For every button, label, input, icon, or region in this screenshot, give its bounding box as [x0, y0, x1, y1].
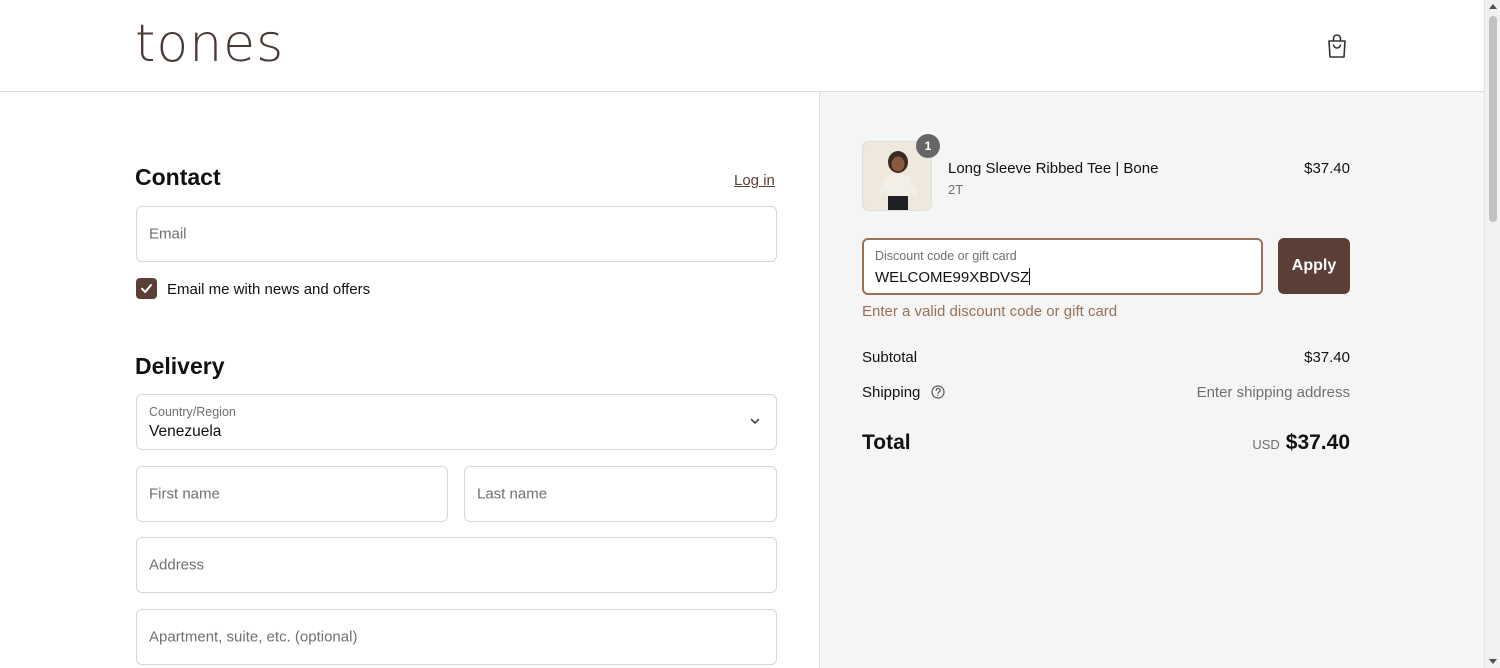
newsletter-checkbox[interactable] [136, 278, 157, 299]
shipping-row: Shipping [862, 384, 945, 401]
currency-code: USD [1252, 437, 1280, 452]
country-label: Country/Region [149, 405, 236, 419]
product-price: $37.40 [1304, 160, 1350, 177]
country-select[interactable]: Country/Region Venezuela [136, 394, 777, 450]
scrollbar-thumb[interactable] [1489, 16, 1497, 222]
question-circle-icon[interactable] [930, 385, 945, 399]
store-logo[interactable]: tones [135, 14, 284, 74]
shopping-bag-icon[interactable] [1325, 33, 1349, 59]
email-field[interactable]: Email [136, 206, 777, 262]
page-scrollbar[interactable] [1484, 0, 1500, 668]
discount-code-input[interactable]: Discount code or gift card WELCOME99XBDV… [862, 238, 1263, 295]
product-name: Long Sleeve Ribbed Tee | Bone [948, 160, 1159, 177]
order-summary: 1 Long Sleeve Ribbed Tee | Bone 2T $37.4… [819, 92, 1484, 668]
last-name-placeholder: Last name [477, 485, 548, 503]
last-name-field[interactable]: Last name [464, 466, 777, 522]
total-value: $37.40 [1285, 431, 1350, 454]
subtotal-value: $37.40 [1304, 349, 1350, 366]
address-placeholder: Address [149, 556, 205, 574]
checkout-form: Contact Log in Email Email me with news … [0, 92, 819, 668]
shipping-label: Shipping [862, 384, 921, 401]
subtotal-label: Subtotal [862, 349, 918, 366]
text-cursor [1029, 268, 1031, 285]
delivery-heading: Delivery [135, 353, 225, 379]
product-variant: 2T [948, 182, 964, 197]
total-label: Total [862, 431, 911, 454]
country-value: Venezuela [149, 423, 222, 440]
newsletter-label: Email me with news and offers [167, 281, 371, 298]
shipping-value: Enter shipping address [1196, 384, 1350, 401]
discount-value: WELCOME99XBDVSZ [875, 268, 1031, 286]
quantity-badge: 1 [916, 134, 940, 158]
checkmark-icon [141, 284, 152, 293]
site-header: tones [0, 0, 1484, 92]
first-name-placeholder: First name [149, 485, 220, 503]
first-name-field[interactable]: First name [136, 466, 448, 522]
apartment-field[interactable]: Apartment, suite, etc. (optional) [136, 609, 777, 665]
login-link[interactable]: Log in [734, 172, 775, 189]
contact-heading: Contact [135, 164, 221, 190]
address-field[interactable]: Address [136, 537, 777, 593]
scroll-down-arrow-icon[interactable] [1489, 659, 1497, 664]
discount-label: Discount code or gift card [875, 249, 1017, 263]
apply-discount-button[interactable]: Apply [1278, 238, 1350, 294]
email-placeholder: Email [149, 225, 187, 243]
discount-error-message: Enter a valid discount code or gift card [862, 303, 1118, 320]
total-amount: USD $37.40 [1252, 431, 1350, 455]
chevron-down-icon [750, 418, 760, 424]
scroll-up-arrow-icon[interactable] [1489, 4, 1497, 9]
apartment-placeholder: Apartment, suite, etc. (optional) [149, 628, 358, 646]
